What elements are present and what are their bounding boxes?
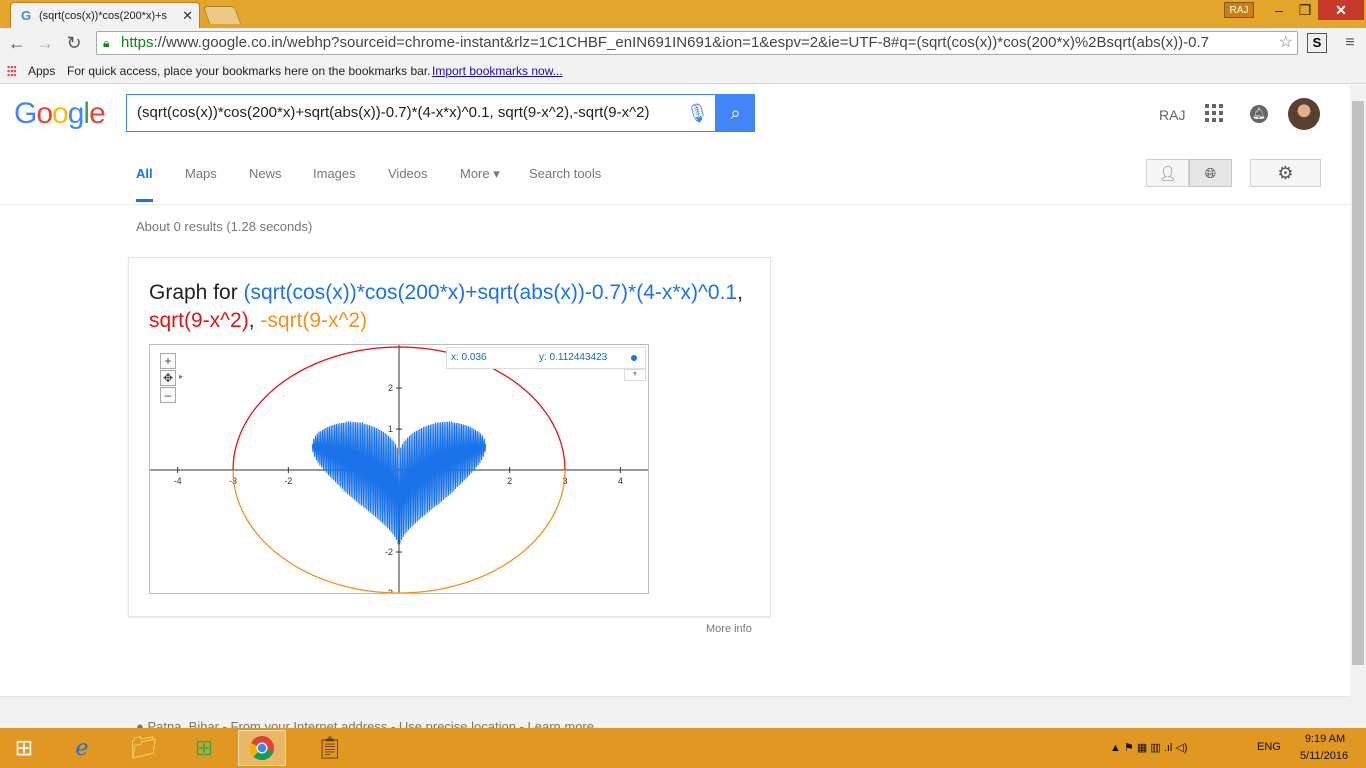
logo-letter-5: e bbox=[89, 97, 106, 130]
chrome-menu-icon[interactable]: ≡ bbox=[1340, 32, 1360, 54]
search-tabs: All Maps News Images Videos More ▾ Searc… bbox=[0, 145, 1350, 205]
tab-videos[interactable]: Videos bbox=[388, 166, 428, 181]
apps-grid-icon[interactable]: ▪▪▪ ▪▪▪ ▪▪▪ bbox=[7, 63, 20, 80]
url-text: ://www.google.co.in/webhp?sourceid=chrom… bbox=[153, 34, 1210, 51]
pan-arrow-icon[interactable]: ▸ bbox=[179, 372, 183, 381]
minimize-icon[interactable]: – bbox=[1266, 0, 1292, 20]
graph-title-f1: (sqrt(cos(x))*cos(200*x)+sqrt(abs(x))-0.… bbox=[243, 281, 738, 304]
browser-tab-active[interactable]: G (sqrt(cos(x))*cos(200*x)+s ✕ bbox=[10, 2, 200, 28]
google-logo[interactable]: Google bbox=[14, 97, 106, 131]
logo-letter-1: o bbox=[36, 97, 53, 130]
x-tick-label-4: 4 bbox=[618, 476, 623, 486]
y-tick-label-2: 2 bbox=[388, 383, 393, 393]
back-arrow-icon[interactable]: ← bbox=[6, 32, 28, 54]
google-apps-icon[interactable] bbox=[1205, 104, 1223, 122]
tab-search-tools[interactable]: Search tools bbox=[529, 166, 601, 181]
address-bar[interactable]: 🔒︎ https://www.google.co.in/webhp?source… bbox=[96, 31, 1298, 55]
logo-letter-2: o bbox=[52, 97, 69, 130]
file-explorer-icon[interactable]: 📁︎ bbox=[120, 730, 168, 766]
new-tab-button[interactable] bbox=[202, 6, 242, 24]
globe-icon: 🌐︎ bbox=[1204, 165, 1217, 181]
location-footer: ● Patna, Bihar - From your Internet addr… bbox=[0, 696, 1350, 734]
gear-icon: ⚙ bbox=[1277, 163, 1294, 183]
person-icon: 👤︎ bbox=[1158, 165, 1177, 181]
clock-time[interactable]: 9:19 AM bbox=[1300, 733, 1350, 745]
windows-taskbar: ⊞ ℯ 📁︎ ⊞ 📋︎ ▲ ⚑ ▦ ▥ .ıl ◁) ENG 9:19 AM 5… bbox=[0, 728, 1366, 768]
extension-s-icon[interactable]: S bbox=[1307, 33, 1327, 53]
browser-toolbar: ← → ↻ 🔒︎ https://www.google.co.in/webhp?… bbox=[0, 28, 1366, 58]
scroll-thumb[interactable] bbox=[1352, 101, 1364, 665]
readout-expand-icon[interactable]: ▼ bbox=[624, 369, 646, 381]
tab-images[interactable]: Images bbox=[313, 166, 356, 181]
profile-badge[interactable]: RAJ bbox=[1224, 2, 1254, 18]
apps-link[interactable]: Apps bbox=[28, 58, 55, 84]
graph-title-f2: sqrt(9-x^2) bbox=[149, 309, 249, 332]
logo-letter-3: g bbox=[67, 97, 85, 130]
graph-title-prefix: Graph for bbox=[149, 281, 244, 304]
graph-title-sep2: , bbox=[248, 309, 261, 332]
x-tick-label--4: -4 bbox=[174, 476, 182, 486]
google-favicon-icon: G bbox=[21, 8, 32, 23]
restore-icon[interactable]: ❐ bbox=[1292, 0, 1318, 20]
close-window-icon[interactable]: ✕ bbox=[1318, 0, 1364, 20]
chrome-icon[interactable] bbox=[238, 730, 286, 766]
microphone-icon[interactable]: 🎙︎ bbox=[686, 102, 709, 124]
store-icon[interactable]: ⊞ bbox=[180, 730, 228, 766]
zoom-out-button[interactable]: – bbox=[160, 387, 176, 403]
tab-all[interactable]: All bbox=[136, 166, 153, 202]
search-button[interactable]: ⌕ bbox=[716, 94, 755, 132]
graph-title-sep1: , bbox=[737, 281, 743, 304]
notes-app-icon[interactable]: 📋︎ bbox=[306, 730, 354, 766]
graph-svg[interactable]: -4 -3 -2 2 3 421-2-3 bbox=[150, 345, 648, 598]
bookmarks-bar: ▪▪▪ ▪▪▪ ▪▪▪ Apps For quick access, place y… bbox=[0, 58, 1366, 84]
graph-title: Graph for (sqrt(cos(x))*cos(200*x)+sqrt(… bbox=[149, 279, 749, 335]
system-tray-icons[interactable]: ▲ ⚑ ▦ ▥ .ıl ◁) bbox=[1110, 741, 1188, 754]
import-bookmarks-link[interactable]: Import bookmarks now... bbox=[432, 58, 563, 84]
forward-arrow-icon[interactable]: → bbox=[34, 32, 56, 54]
language-indicator[interactable]: ENG bbox=[1257, 741, 1281, 753]
graph-card: Graph for (sqrt(cos(x))*cos(200*x)+sqrt(… bbox=[128, 257, 771, 617]
tab-title: (sqrt(cos(x))*cos(200*x)+s bbox=[39, 9, 168, 22]
zoom-in-button[interactable]: + bbox=[160, 353, 176, 369]
tab-close-icon[interactable]: ✕ bbox=[182, 8, 193, 24]
logo-letter-0: G bbox=[14, 97, 37, 130]
avatar[interactable] bbox=[1288, 98, 1320, 130]
windows-start-icon[interactable]: ⊞ bbox=[0, 730, 48, 766]
cursor-readout: x: 0.036 y: 0.112443423 bbox=[446, 347, 646, 369]
google-header: Google (sqrt(cos(x))*cos(200*x)+sqrt(abs… bbox=[0, 85, 1350, 145]
url-scheme: https bbox=[121, 34, 154, 51]
graph-title-f3: -sqrt(9-x^2) bbox=[260, 309, 368, 332]
bookmarks-hint: For quick access, place your bookmarks h… bbox=[67, 64, 431, 78]
bookmark-star-icon[interactable]: ☆ bbox=[1279, 32, 1293, 54]
readout-x: x: 0.036 bbox=[451, 352, 487, 363]
lock-icon: 🔒︎ bbox=[103, 36, 110, 50]
google-user-name[interactable]: RAJ bbox=[1159, 107, 1185, 123]
internet-explorer-icon[interactable]: ℯ bbox=[58, 730, 106, 766]
y-tick-label--2: -2 bbox=[385, 547, 393, 557]
series-dot-icon bbox=[631, 355, 637, 361]
result-stats: About 0 results (1.28 seconds) bbox=[136, 219, 313, 234]
search-icon: ⌕ bbox=[730, 103, 741, 123]
page-scrollbar[interactable] bbox=[1350, 85, 1366, 728]
tab-maps[interactable]: Maps bbox=[185, 166, 217, 181]
y-tick-label-1: 1 bbox=[388, 424, 393, 434]
clock-date[interactable]: 5/11/2016 bbox=[1296, 750, 1352, 762]
private-results-button[interactable]: 👤︎ bbox=[1146, 159, 1189, 187]
browser-title-bar: G (sqrt(cos(x))*cos(200*x)+s ✕ RAJ – ❐ ✕ bbox=[0, 0, 1366, 28]
tab-news[interactable]: News bbox=[249, 166, 282, 181]
pan-icon[interactable]: ✥ bbox=[160, 370, 176, 386]
chrome-logo-icon bbox=[249, 736, 274, 760]
tab-more[interactable]: More ▾ bbox=[460, 166, 500, 182]
public-results-button[interactable]: 🌐︎ bbox=[1189, 159, 1232, 187]
graph-plot[interactable]: -4 -3 -2 2 3 4 2 1 -2 -3 + ✥ ▸ – x: 0.036 y: 0.11… bbox=[149, 344, 649, 598]
x-tick-label--2: -2 bbox=[284, 476, 292, 486]
reload-icon[interactable]: ↻ bbox=[63, 32, 85, 54]
settings-button[interactable]: ⚙ bbox=[1250, 159, 1321, 187]
x-tick-label-2: 2 bbox=[507, 476, 512, 486]
more-info-link[interactable]: More info bbox=[706, 623, 752, 635]
readout-y: y: 0.112443423 bbox=[539, 352, 608, 363]
notifications-bell-icon[interactable]: 🔔︎ bbox=[1250, 105, 1268, 123]
search-input[interactable]: (sqrt(cos(x))*cos(200*x)+sqrt(abs(x))-0.… bbox=[126, 94, 716, 132]
